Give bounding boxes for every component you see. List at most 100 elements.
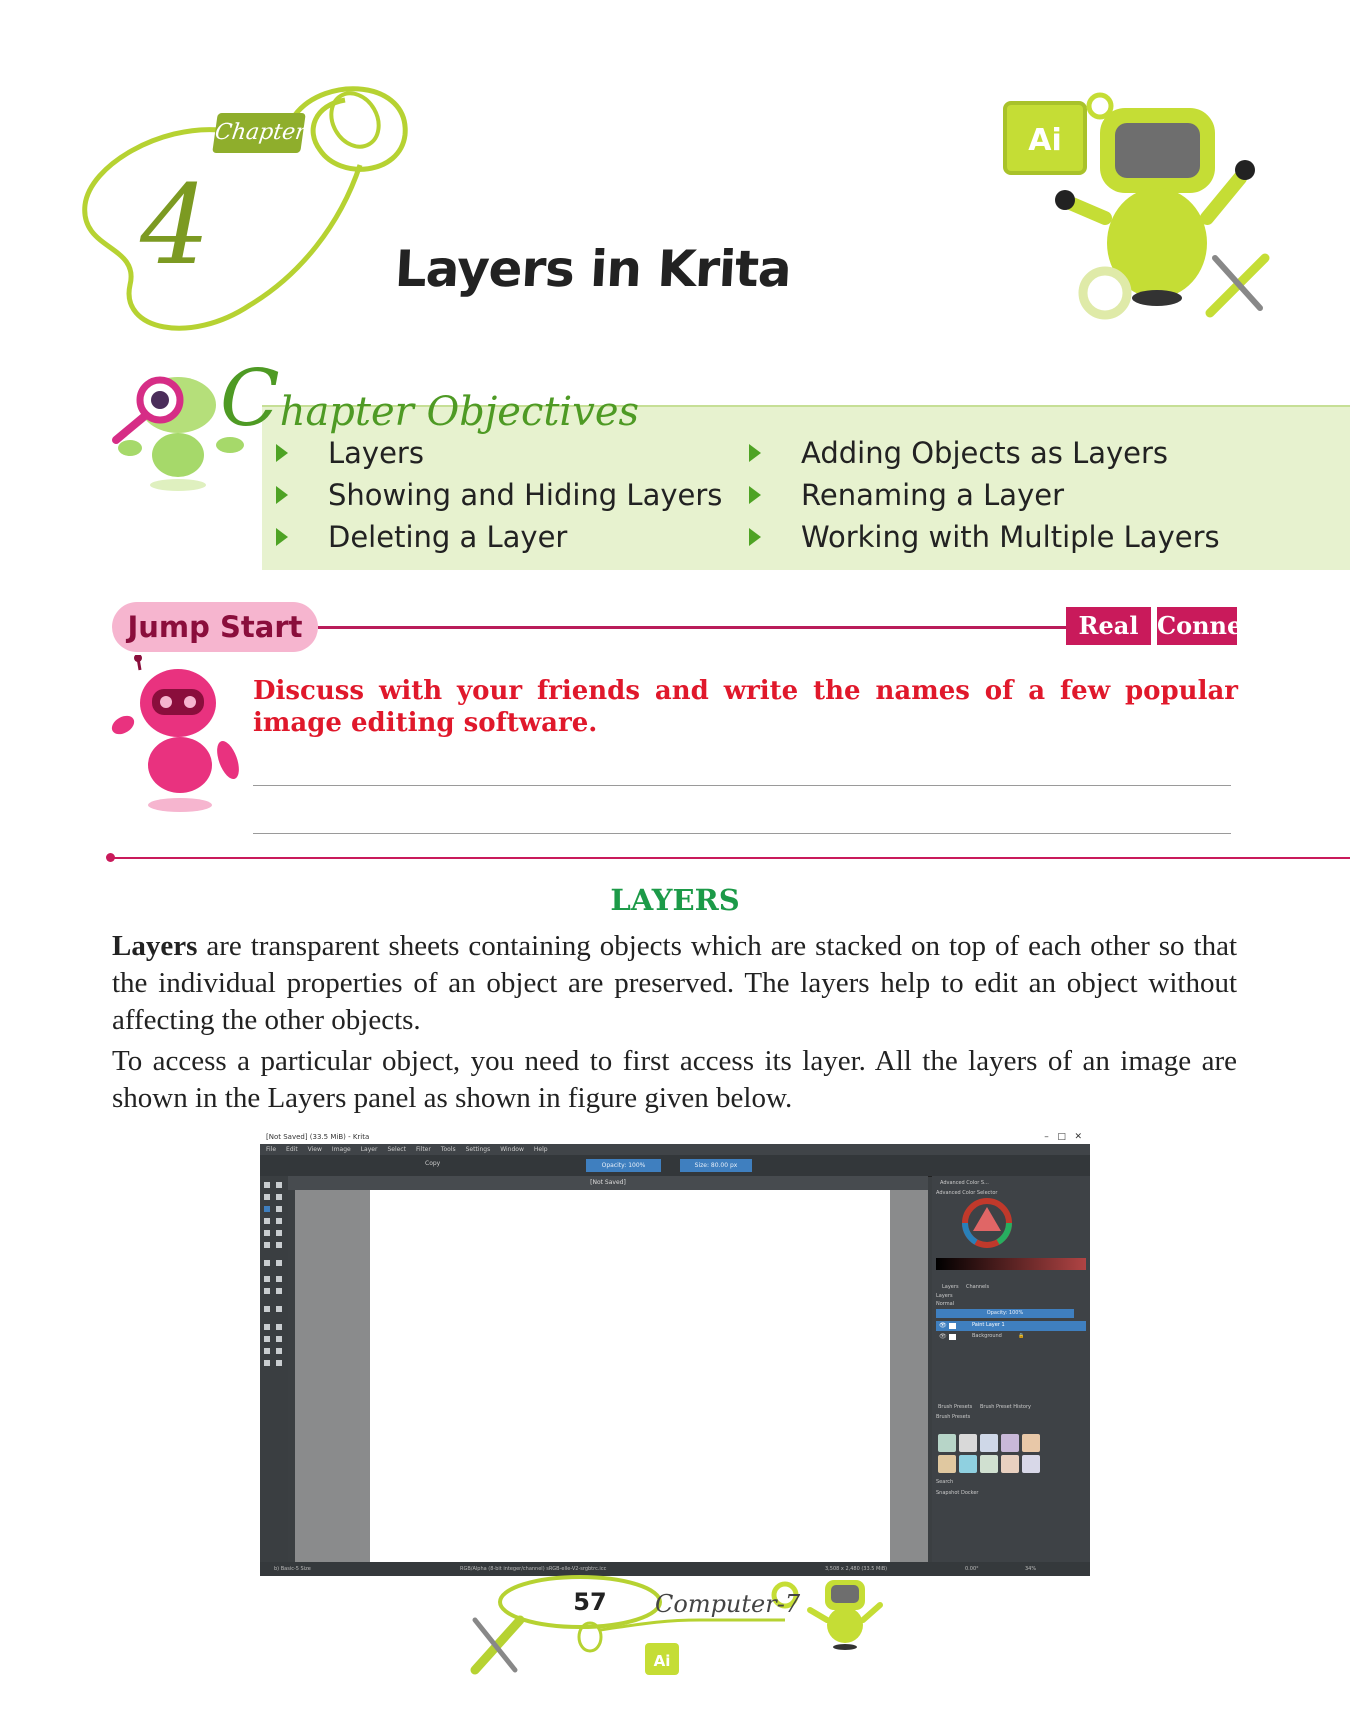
krita-toolbar: Copy	[260, 1155, 1090, 1177]
brush-preset[interactable]	[1001, 1434, 1019, 1452]
brush-preset[interactable]	[1022, 1455, 1040, 1473]
brush-size-slider[interactable]: Size: 80.00 px	[680, 1159, 752, 1172]
connect-tag: Connect	[1157, 607, 1268, 645]
brush-preset[interactable]	[980, 1434, 998, 1452]
layer-row-selected[interactable]: 👁 Paint Layer 1	[936, 1321, 1086, 1331]
objective-item: Layers	[262, 432, 722, 474]
objectives-title-initial: C	[220, 354, 280, 444]
krita-window-title: [Not Saved] (33.5 MiB) - Krita	[266, 1133, 370, 1141]
objective-item: Working with Multiple Layers	[735, 516, 1220, 558]
objectives-column-1: Layers Showing and Hiding Layers Deletin…	[262, 432, 722, 558]
status-zoom[interactable]: 34%	[1025, 1562, 1036, 1576]
gear-icon	[1078, 266, 1132, 320]
color-selector-tab[interactable]: Advanced Color S...	[940, 1180, 989, 1186]
objective-item: Showing and Hiding Layers	[262, 474, 722, 516]
menu-settings[interactable]: Settings	[466, 1146, 491, 1153]
brush-preset[interactable]	[938, 1434, 956, 1452]
objective-item: Adding Objects as Layers	[735, 432, 1220, 474]
tool-icons[interactable]	[260, 1176, 288, 1416]
real-life-tag: Real Life	[1066, 607, 1151, 678]
paragraph-layers-definition: Layers are transparent sheets containing…	[112, 928, 1237, 1039]
brush-preset[interactable]	[1022, 1434, 1040, 1452]
layer-blend-mode[interactable]: Normal	[936, 1301, 954, 1307]
chapter-title: Layers in Krita	[393, 240, 793, 298]
section-heading: LAYERS	[610, 883, 740, 917]
window-controls-icon[interactable]: – □ ✕	[1044, 1130, 1082, 1144]
menu-select[interactable]: Select	[387, 1146, 406, 1153]
layer-row[interactable]: 👁 Background 🔒	[936, 1332, 1086, 1342]
layer-thumbnail	[949, 1323, 956, 1329]
krita-screenshot: [Not Saved] (33.5 MiB) - Krita – □ ✕ Fil…	[260, 1130, 1090, 1576]
term-layers: Layers	[112, 930, 198, 962]
krita-statusbar: b) Basic-5 Size RGB/Alpha (8-bit integer…	[260, 1562, 1090, 1576]
color-strip[interactable]	[936, 1258, 1086, 1270]
brush-preset[interactable]	[980, 1455, 998, 1473]
menu-window[interactable]: Window	[500, 1146, 524, 1153]
opacity-slider[interactable]: Opacity: 100%	[586, 1159, 661, 1172]
section-separator	[110, 857, 1350, 859]
layer-thumbnail	[949, 1334, 956, 1340]
gear-icon	[1086, 92, 1114, 120]
layer-opacity-slider[interactable]: Opacity: 100%	[936, 1309, 1074, 1318]
objective-label: Renaming a Layer	[801, 478, 1064, 512]
objectives-title: Chapter Objectives	[220, 360, 639, 438]
objectives-title-rest: hapter Objectives	[279, 389, 640, 435]
paragraph-layers-access: To access a particular object, you need …	[112, 1045, 1237, 1114]
eye-icon[interactable]: 👁	[939, 1333, 947, 1340]
menu-layer[interactable]: Layer	[361, 1146, 378, 1153]
status-brush: b) Basic-5 Size	[274, 1566, 311, 1572]
objective-label: Adding Objects as Layers	[801, 436, 1169, 470]
paragraph-text: are transparent sheets containing object…	[112, 930, 1237, 1036]
brush-preset-grid	[938, 1434, 1040, 1473]
brush-preset[interactable]	[1001, 1455, 1019, 1473]
color-wheel-icon[interactable]	[962, 1198, 1012, 1248]
menu-help[interactable]: Help	[534, 1146, 548, 1153]
jump-start-badge: Jump Start	[112, 602, 318, 652]
eye-icon[interactable]: 👁	[939, 1322, 947, 1329]
brush-preset[interactable]	[938, 1455, 956, 1473]
channels-tab[interactable]: Channels	[966, 1284, 989, 1290]
krita-titlebar: [Not Saved] (33.5 MiB) - Krita – □ ✕	[260, 1130, 1090, 1144]
brush-preset[interactable]	[959, 1455, 977, 1473]
canvas[interactable]	[370, 1190, 890, 1565]
chapter-number: 4	[140, 161, 210, 289]
objectives-column-2: Adding Objects as Layers Renaming a Laye…	[735, 432, 1220, 558]
bullet-arrow-icon	[276, 528, 288, 546]
menu-tools[interactable]: Tools	[441, 1146, 456, 1153]
layer-name[interactable]: Paint Layer 1	[972, 1322, 1005, 1328]
snapshot-docker-title: Snapshot Docker	[936, 1490, 979, 1496]
brush-presets-tab[interactable]: Brush Presets	[938, 1404, 972, 1410]
brush-presets-title: Brush Presets	[936, 1414, 971, 1420]
menu-image[interactable]: Image	[332, 1146, 351, 1153]
objective-item: Deleting a Layer	[262, 516, 722, 558]
jump-start-rule	[318, 626, 1066, 629]
blend-mode-select[interactable]: Copy	[425, 1160, 440, 1167]
brush-history-tab[interactable]: Brush Preset History	[980, 1404, 1031, 1410]
svg-text:Ai: Ai	[654, 1652, 671, 1670]
objective-label: Deleting a Layer	[328, 520, 568, 554]
layer-name[interactable]: Background	[972, 1333, 1002, 1339]
svg-text:Ai: Ai	[1028, 123, 1062, 158]
bullet-arrow-icon	[749, 444, 761, 462]
lock-icon[interactable]: 🔒	[1018, 1333, 1024, 1339]
menu-file[interactable]: File	[266, 1146, 276, 1153]
layers-tab[interactable]: Layers	[942, 1284, 959, 1290]
brush-preset[interactable]	[959, 1434, 977, 1452]
robot-illustration: Ai	[1003, 92, 1270, 320]
objective-label: Layers	[328, 436, 424, 470]
status-color-profile: RGB/Alpha (8-bit integer/channel) sRGB-e…	[460, 1566, 607, 1572]
status-image-size: 3,508 x 2,480 (33.5 MiB)	[825, 1566, 888, 1572]
krita-dockers: Advanced Color S... Advanced Color Selec…	[932, 1176, 1090, 1562]
brush-search[interactable]: Search	[936, 1479, 953, 1485]
menu-edit[interactable]: Edit	[286, 1146, 298, 1153]
menu-filter[interactable]: Filter	[416, 1146, 431, 1153]
pink-robot-illustration	[111, 655, 239, 812]
page-number: 57	[573, 1588, 607, 1616]
answer-line[interactable]	[253, 833, 1231, 834]
objective-label: Working with Multiple Layers	[801, 520, 1220, 554]
krita-menubar: File Edit View Image Layer Select Filter Tools S…	[260, 1144, 1090, 1155]
canvas-tab[interactable]: [Not Saved]	[288, 1176, 928, 1190]
answer-line[interactable]	[253, 785, 1231, 786]
menu-view[interactable]: View	[308, 1146, 322, 1153]
objective-item: Renaming a Layer	[735, 474, 1220, 516]
